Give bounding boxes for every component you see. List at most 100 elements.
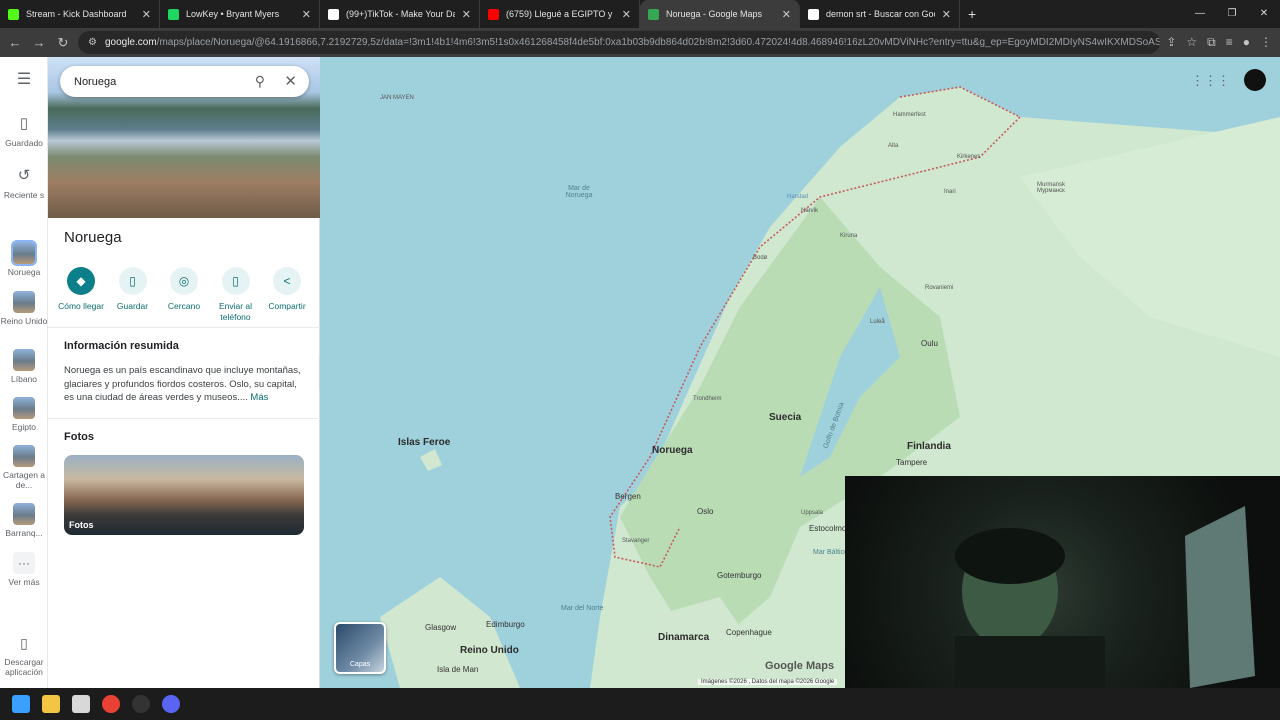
send-to-phone-button[interactable]: ▯ Enviar al teléfono — [211, 267, 261, 323]
app-icon[interactable] — [72, 695, 90, 713]
toolbar-right: ⇪ ☆ ⧉ ≡ ● ⋮ — [1166, 28, 1272, 57]
action-label: Cercano — [167, 301, 201, 311]
map-label: Uppsala — [801, 510, 824, 516]
maximize-button[interactable]: ❐ — [1216, 0, 1248, 28]
more-link[interactable]: Más — [250, 392, 268, 403]
reload-icon[interactable]: ↻ — [51, 35, 75, 51]
menu-icon[interactable]: ☰ — [0, 72, 48, 88]
tab-title: Noruega - Google Maps — [666, 9, 763, 19]
rail-item-libano[interactable]: Líbano — [0, 349, 48, 384]
action-label: Guardar — [116, 301, 149, 311]
map-label: Mar del Norte — [561, 605, 604, 612]
map-label: JAN MAYEN — [380, 95, 414, 101]
map-label: Stavanger — [622, 538, 650, 544]
tab-title: Stream - Kick Dashboard — [26, 9, 127, 19]
browser-tab[interactable]: Noruega - Google Maps ✕ — [640, 0, 800, 28]
obs-icon[interactable] — [132, 695, 150, 713]
layers-button[interactable]: Capas — [334, 622, 386, 674]
tab-favicon-icon — [648, 8, 659, 20]
rail-item-cartagena[interactable]: Cartagen a de... — [0, 445, 48, 490]
rail-item-reino-unido[interactable]: Reino Unido — [0, 291, 48, 326]
browser-tab[interactable]: (6759) Llegué a EGIPTO y todo ✕ — [480, 0, 640, 28]
rail-item-recent[interactable]: ↺ Reciente s — [0, 165, 48, 200]
download-app-button[interactable]: ▯ Descargar aplicación — [0, 632, 48, 677]
url-field[interactable]: ⚙ google.com/maps/place/Noruega/@64.1916… — [78, 31, 1160, 54]
rail-item-label: Líbano — [11, 374, 37, 384]
map-label: Isla de Man — [437, 665, 479, 674]
bookmark-icon: ▯ — [19, 115, 29, 132]
file-explorer-icon[interactable] — [42, 695, 60, 713]
place-thumbnail — [11, 240, 37, 266]
tab-favicon-icon — [808, 8, 819, 20]
tab-close-icon[interactable]: ✕ — [142, 8, 151, 21]
rail-item-noruega[interactable]: Noruega — [0, 240, 48, 277]
back-arrow-icon[interactable]: ← — [3, 35, 27, 50]
tab-close-icon[interactable]: ✕ — [942, 8, 951, 21]
photos-thumbnail[interactable]: Fotos — [64, 455, 304, 535]
search-icon[interactable]: ⚲ — [255, 73, 265, 90]
action-label: Compartir — [268, 301, 306, 311]
close-icon[interactable]: ✕ — [284, 72, 297, 90]
layers-label: Capas — [349, 661, 371, 668]
browser-tab[interactable]: (99+)TikTok - Make Your Day ✕ — [320, 0, 480, 28]
chrome-icon[interactable] — [102, 695, 120, 713]
history-icon: ↺ — [17, 167, 31, 184]
url-host: google.com — [104, 37, 157, 48]
map-label: Dinamarca — [658, 632, 710, 643]
map-credits: Imágenes ©2026 , Datos del mapa ©2026 Go… — [698, 679, 838, 685]
tab-favicon-icon — [328, 8, 339, 20]
webcam-feed — [955, 506, 1255, 688]
windows-start-icon[interactable] — [12, 695, 30, 713]
apps-grid-icon[interactable]: ⋮⋮⋮ — [1191, 73, 1230, 89]
extension-icon[interactable]: ⧉ — [1207, 28, 1216, 57]
rail-item-label: Ver más — [8, 577, 40, 587]
minimize-button[interactable]: — — [1184, 0, 1216, 28]
action-buttons: ◆ Cómo llegar ▯ Guardar ◎ Cercano ▯ Envi… — [56, 267, 312, 323]
rail-item-label: Guardado — [5, 138, 43, 148]
map-label: Oulu — [921, 339, 938, 348]
site-info-icon[interactable]: ⚙ — [88, 37, 97, 48]
forward-arrow-icon[interactable]: → — [27, 35, 51, 50]
browser-tab[interactable]: Stream - Kick Dashboard ✕ — [0, 0, 160, 28]
tab-title: (99+)TikTok - Make Your Day — [346, 9, 455, 19]
tab-close-icon[interactable]: ✕ — [622, 8, 631, 21]
search-input[interactable]: Noruega ⚲ ✕ — [60, 66, 309, 97]
bookmark-icon: ▯ — [118, 267, 147, 295]
browser-tab-strip: Stream - Kick Dashboard ✕ LowKey • Bryant … — [0, 0, 1280, 28]
rail-item-barranquilla[interactable]: Barranq... — [0, 503, 48, 538]
nearby-button[interactable]: ◎ Cercano — [159, 267, 209, 323]
map-label: Mar de Noruega — [565, 185, 593, 199]
window-controls: — ❐ ✕ — [1184, 0, 1280, 28]
browser-menu-icon[interactable]: ⋮ — [1260, 28, 1272, 57]
browser-tab[interactable]: LowKey • Bryant Myers ✕ — [160, 0, 320, 28]
profile-avatar[interactable]: ● — [1243, 28, 1250, 57]
map-label: Inari — [944, 189, 956, 195]
account-avatar[interactable] — [1244, 69, 1266, 91]
tab-title: (6759) Llegué a EGIPTO y todo — [506, 9, 615, 19]
install-app-icon[interactable]: ⇪ — [1166, 28, 1176, 57]
close-window-button[interactable]: ✕ — [1248, 0, 1280, 28]
save-button[interactable]: ▯ Guardar — [108, 267, 158, 323]
browser-tab[interactable]: demon srt - Buscar con Google ✕ — [800, 0, 960, 28]
tab-close-icon[interactable]: ✕ — [302, 8, 311, 21]
bookmark-star-icon[interactable]: ☆ — [1186, 28, 1197, 57]
tab-favicon-icon — [168, 8, 179, 20]
rail-item-egipto[interactable]: Egipto — [0, 397, 48, 432]
map-label: Rovaniemi — [925, 285, 954, 291]
map-label: Harstad — [787, 194, 809, 200]
directions-button[interactable]: ◆ Cómo llegar — [56, 267, 106, 323]
divider — [48, 418, 320, 419]
share-button[interactable]: < Compartir — [262, 267, 312, 323]
tab-close-icon[interactable]: ✕ — [462, 8, 471, 21]
new-tab-button[interactable]: + — [968, 6, 976, 22]
media-control-icon[interactable]: ≡ — [1226, 28, 1233, 57]
rail-item-saved[interactable]: ▯ Guardado — [0, 113, 48, 148]
rail-item-ver-mas[interactable]: ··· Ver más — [0, 552, 48, 587]
phone-icon: ▯ — [221, 267, 250, 295]
maps-side-rail: ☰ ▯ Guardado ↺ Reciente s Noruega Reino … — [0, 57, 48, 688]
more-icon: ··· — [13, 552, 35, 574]
tab-close-icon[interactable]: ✕ — [782, 8, 791, 21]
download-app-label: Descargar aplicación — [4, 657, 44, 677]
place-thumbnail — [13, 445, 35, 467]
discord-icon[interactable] — [162, 695, 180, 713]
